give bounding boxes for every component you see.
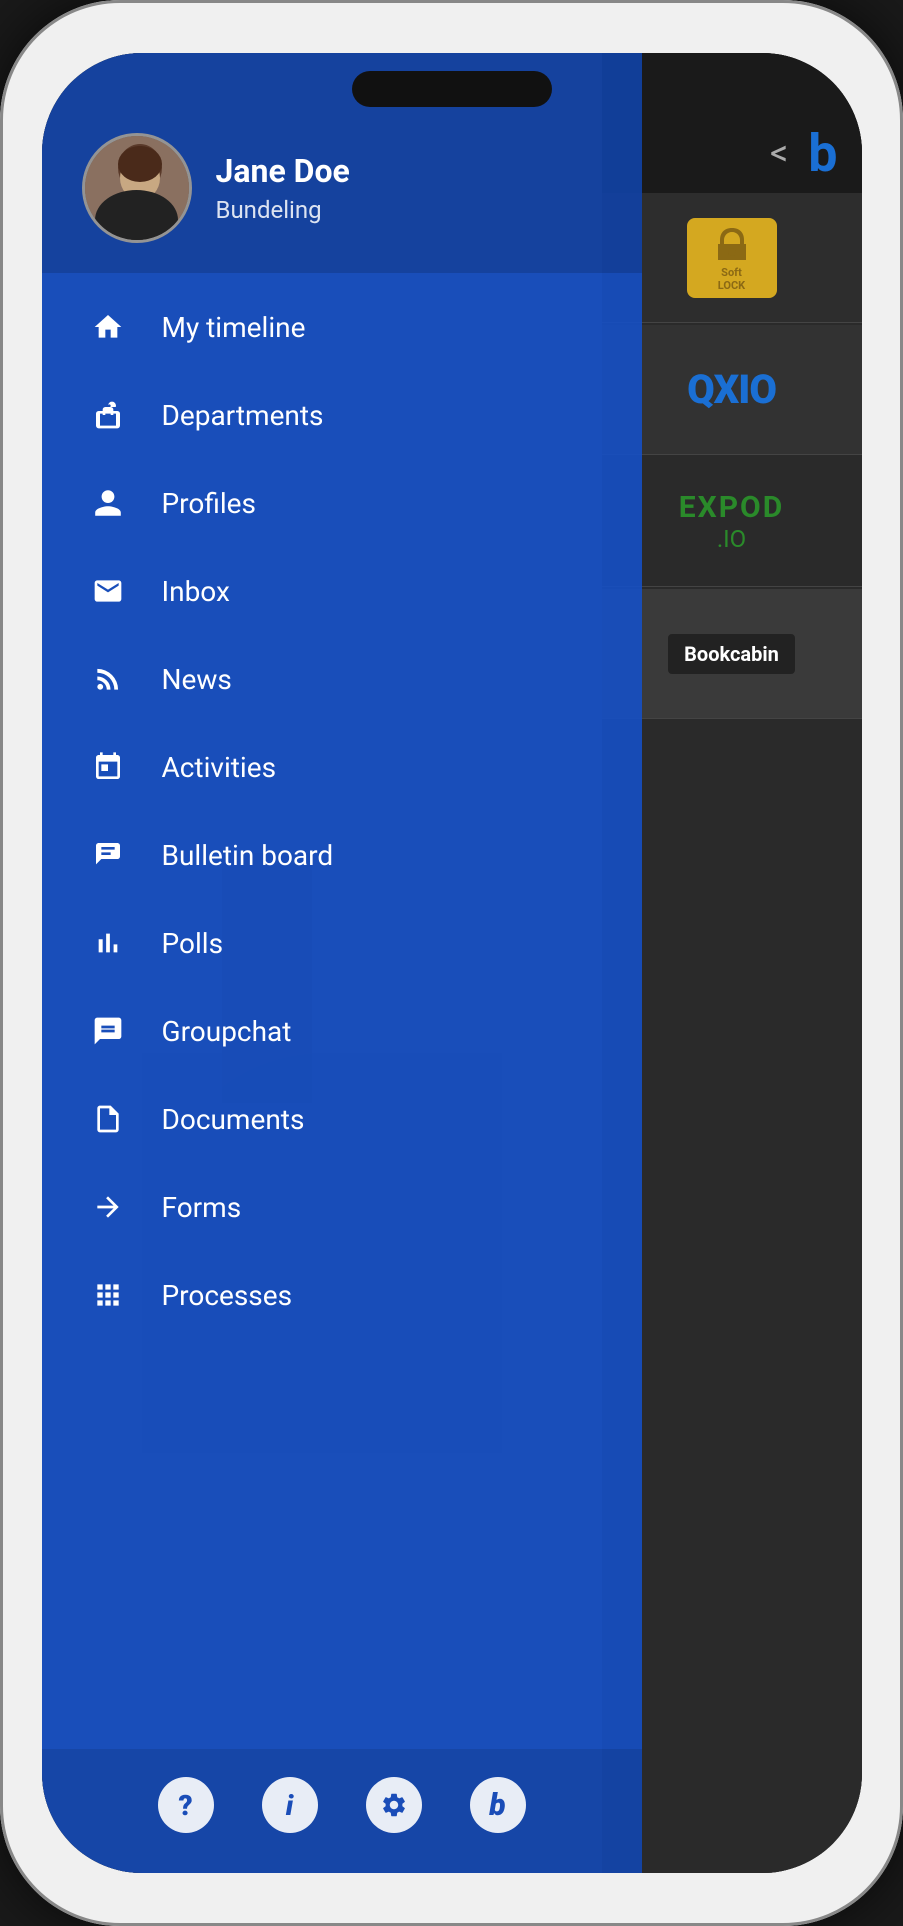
phone-notch bbox=[352, 71, 552, 107]
home-icon bbox=[86, 305, 130, 349]
nav-item-forms[interactable]: Forms bbox=[42, 1163, 642, 1251]
nav-item-activities[interactable]: Activities bbox=[42, 723, 642, 811]
nav-label-groupchat: Groupchat bbox=[162, 1015, 292, 1048]
nav-item-groupchat[interactable]: Groupchat bbox=[42, 987, 642, 1075]
nav-label-activities: Activities bbox=[162, 751, 277, 784]
avatar bbox=[82, 133, 192, 243]
user-company: Bundeling bbox=[216, 196, 350, 224]
rss-icon bbox=[86, 657, 130, 701]
bookcabin-logo: Bookcabin bbox=[668, 634, 795, 674]
envelope-icon bbox=[86, 569, 130, 613]
chat-icon bbox=[86, 1009, 130, 1053]
calendar-icon bbox=[86, 745, 130, 789]
bulletin-icon bbox=[86, 833, 130, 877]
back-button[interactable]: < bbox=[770, 132, 788, 174]
bottom-toolbar: ? i b bbox=[42, 1749, 642, 1873]
settings-button[interactable] bbox=[366, 1777, 422, 1833]
softlock-logo: Soft LOCK bbox=[687, 218, 777, 298]
nav-item-departments[interactable]: Departments bbox=[42, 371, 642, 459]
phone-screen: < b Soft LOCK bbox=[42, 53, 862, 1873]
nav-item-profiles[interactable]: Profiles bbox=[42, 459, 642, 547]
nav-label-departments: Departments bbox=[162, 399, 324, 432]
nav-label-bulletin-board: Bulletin board bbox=[162, 839, 334, 872]
nav-label-polls: Polls bbox=[162, 927, 224, 960]
nav-item-my-timeline[interactable]: My timeline bbox=[42, 283, 642, 371]
nav-item-inbox[interactable]: Inbox bbox=[42, 547, 642, 635]
brand-button[interactable]: b bbox=[470, 1777, 526, 1833]
info-button[interactable]: i bbox=[262, 1777, 318, 1833]
nav-list: My timeline Departments Pr bbox=[42, 273, 642, 1749]
help-button[interactable]: ? bbox=[158, 1777, 214, 1833]
nav-item-processes[interactable]: Processes bbox=[42, 1251, 642, 1339]
gear-icon bbox=[380, 1791, 408, 1819]
user-name: Jane Doe bbox=[216, 152, 350, 190]
nav-item-bulletin-board[interactable]: Bulletin board bbox=[42, 811, 642, 899]
processes-icon bbox=[86, 1273, 130, 1317]
nav-label-forms: Forms bbox=[162, 1191, 242, 1224]
screen: < b Soft LOCK bbox=[42, 53, 862, 1873]
document-icon bbox=[86, 1097, 130, 1141]
user-profile-section: Jane Doe Bundeling bbox=[42, 53, 642, 273]
nav-item-news[interactable]: News bbox=[42, 635, 642, 723]
phone-frame: < b Soft LOCK bbox=[0, 0, 903, 1926]
briefcase-icon bbox=[86, 393, 130, 437]
person-icon bbox=[86, 481, 130, 525]
nav-label-documents: Documents bbox=[162, 1103, 305, 1136]
nav-label-inbox: Inbox bbox=[162, 575, 230, 608]
polls-icon bbox=[86, 921, 130, 965]
nav-item-polls[interactable]: Polls bbox=[42, 899, 642, 987]
nav-label-my-timeline: My timeline bbox=[162, 311, 306, 344]
nav-label-news: News bbox=[162, 663, 232, 696]
nav-item-documents[interactable]: Documents bbox=[42, 1075, 642, 1163]
qxio-logo: QXIO bbox=[687, 366, 776, 413]
nav-label-processes: Processes bbox=[162, 1279, 293, 1312]
bundeling-brand-icon: b bbox=[808, 123, 837, 184]
nav-menu: Jane Doe Bundeling My timeline bbox=[42, 53, 642, 1873]
nav-label-profiles: Profiles bbox=[162, 487, 256, 520]
user-info: Jane Doe Bundeling bbox=[216, 152, 350, 224]
avatar-image bbox=[85, 136, 189, 240]
arrow-icon bbox=[86, 1185, 130, 1229]
expod-logo: EXPOD .IO bbox=[679, 490, 784, 553]
